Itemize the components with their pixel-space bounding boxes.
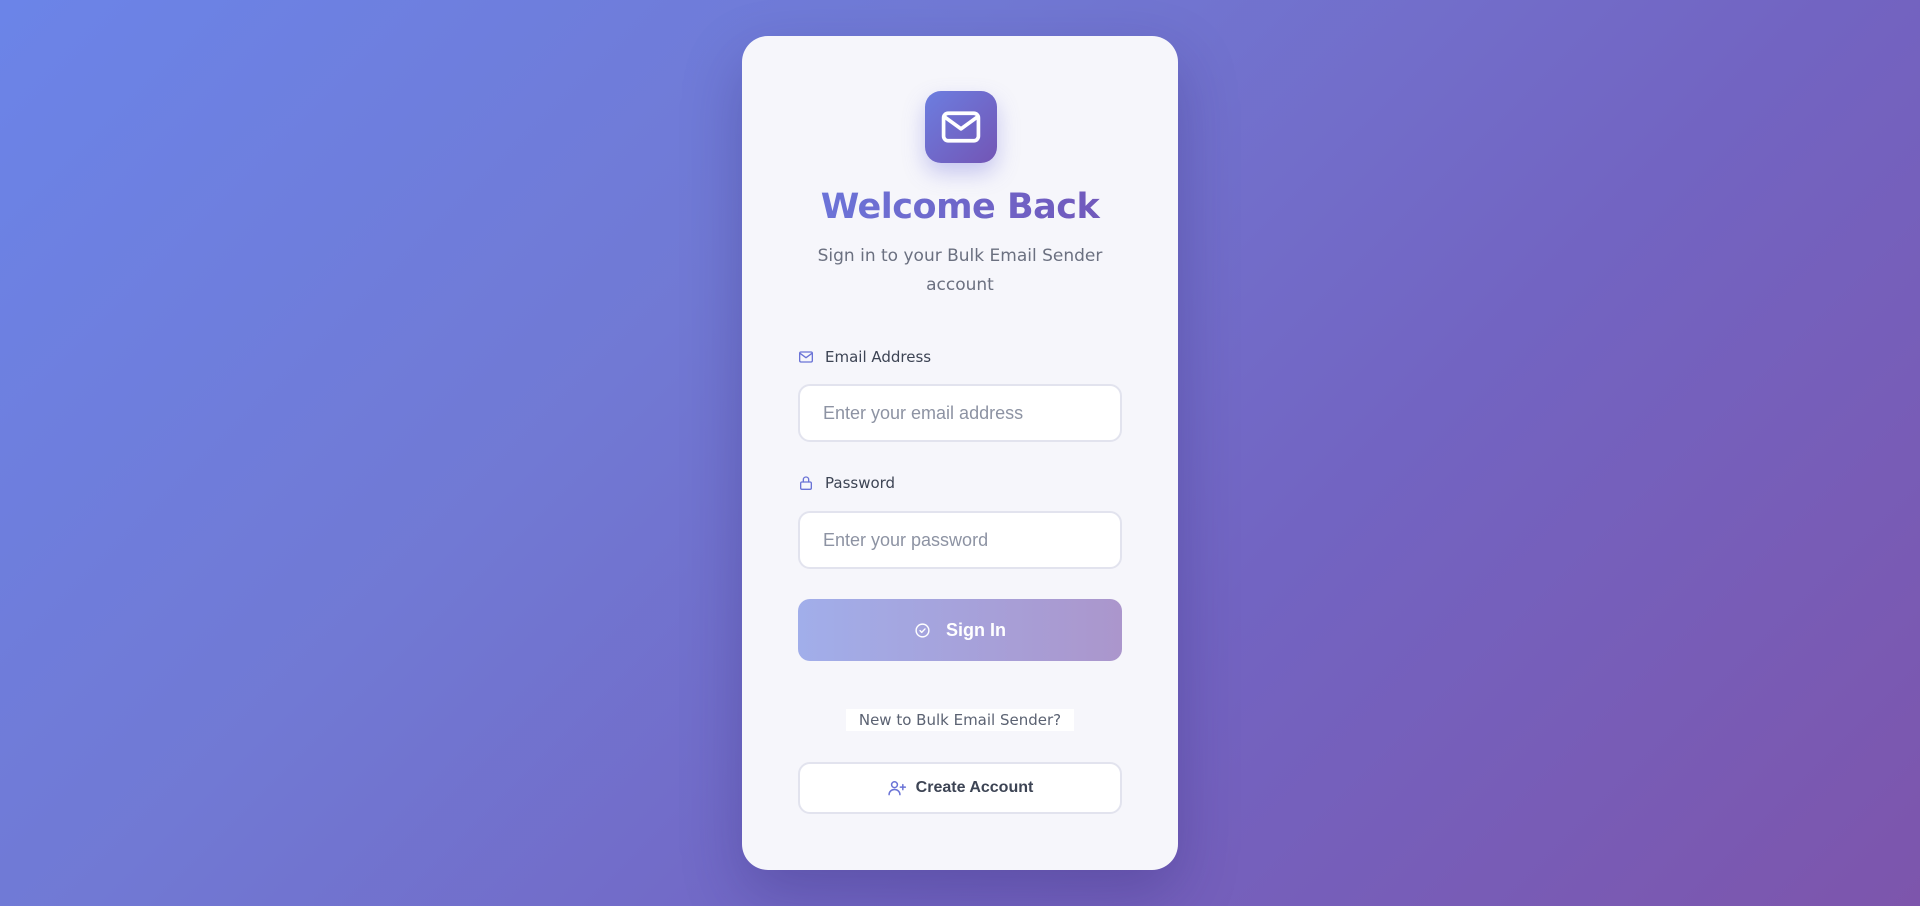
envelope-icon (939, 105, 983, 149)
envelope-icon (798, 349, 814, 365)
password-label: Password (798, 474, 895, 492)
sign-in-button[interactable]: Sign In (798, 599, 1122, 661)
user-plus-icon (887, 778, 907, 798)
create-account-label: Create Account (915, 779, 1034, 796)
page-title: Welcome Back (742, 186, 1178, 228)
password-label-text: Password (825, 474, 896, 492)
email-field[interactable] (798, 384, 1122, 442)
lock-icon (798, 475, 814, 491)
page-subtitle: Sign in to your Bulk Email Sender accoun… (817, 246, 1103, 295)
email-label-text: Email Address (825, 348, 932, 366)
sign-in-label: Sign In (946, 619, 1006, 640)
login-card: Welcome Back Sign in to your Bulk Email … (742, 36, 1178, 870)
create-account-button[interactable]: Create Account (798, 762, 1122, 814)
password-field[interactable] (798, 511, 1122, 569)
app-logo (925, 91, 997, 163)
check-circle-icon (914, 622, 931, 639)
register-prompt: New to Bulk Email Sender? (846, 709, 1074, 731)
email-label: Email Address (798, 348, 931, 366)
